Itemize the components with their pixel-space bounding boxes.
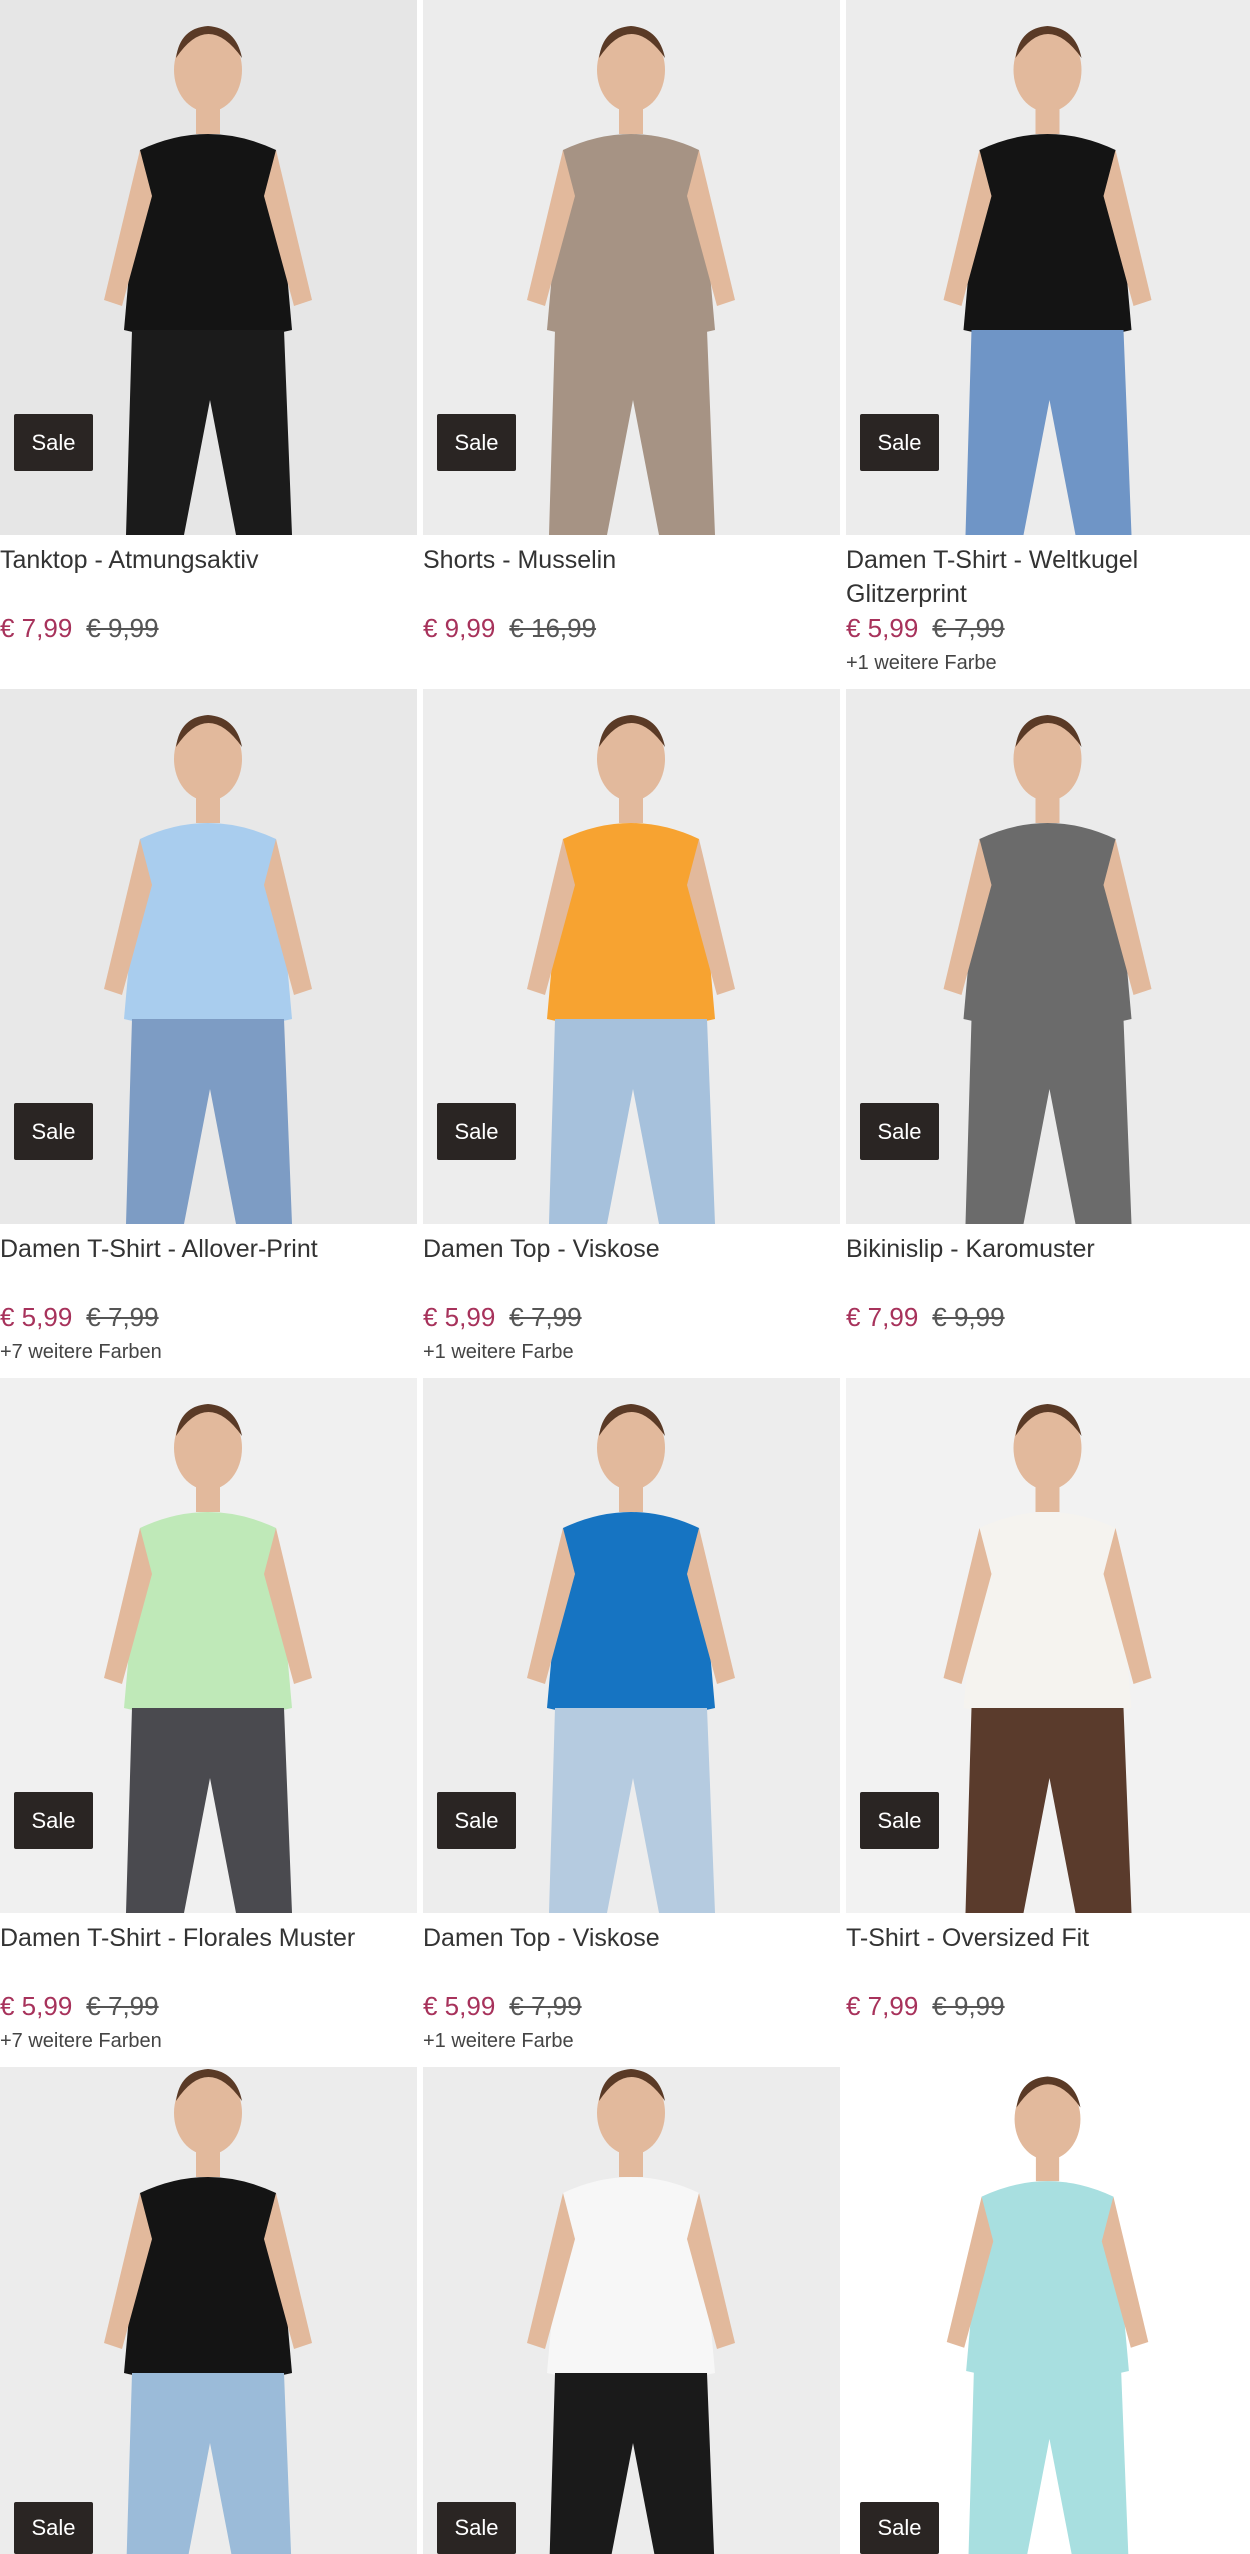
product-info: Bikinislip - Karomuster € 7,99 € 9,99 (846, 1224, 1250, 1332)
more-colors-link[interactable]: +1 weitere Farbe (423, 1340, 840, 1364)
sale-badge: Sale (860, 1792, 939, 1849)
more-colors-link[interactable]: +7 weitere Farben (0, 2029, 417, 2053)
more-colors-link[interactable]: +1 weitere Farbe (846, 651, 1250, 675)
product-image[interactable]: Sale (423, 1378, 840, 1913)
product-title[interactable]: Damen T-Shirt - Florales Muster (0, 1921, 417, 1989)
sale-price: € 5,99 (846, 613, 919, 643)
sale-price: € 7,99 (846, 1991, 919, 2021)
product-card[interactable]: Sale Shorts - Musselin € 9,99 € 16,99 (423, 0, 840, 689)
original-price: € 7,99 (86, 1302, 159, 1332)
sale-badge: Sale (437, 1103, 516, 1160)
model-photo (0, 2067, 417, 2554)
product-image[interactable]: Sale (423, 689, 840, 1224)
sale-badge: Sale (437, 1792, 516, 1849)
product-title[interactable]: Damen T-Shirt - Allover-Print (0, 1232, 417, 1300)
product-card[interactable]: Sale (0, 2067, 417, 2554)
product-card[interactable]: Sale Bikinislip - Karomuster € 7,99 € 9,99 (846, 689, 1250, 1378)
sale-badge: Sale (14, 1103, 93, 1160)
product-info: Damen T-Shirt - Weltkugel Glitzerprint € … (846, 535, 1250, 675)
sale-price: € 9,99 (423, 613, 496, 643)
product-info: Shorts - Musselin € 9,99 € 16,99 (423, 535, 840, 643)
sale-badge: Sale (437, 2502, 516, 2554)
product-image[interactable]: Sale (0, 689, 417, 1224)
price-row: € 5,99 € 7,99 (846, 613, 1250, 643)
product-title[interactable]: Damen Top - Viskose (423, 1921, 840, 1989)
product-title[interactable]: Shorts - Musselin (423, 543, 840, 611)
product-grid: Sale Tanktop - Atmungsaktiv € 7,99 € 9,99 S… (0, 0, 1250, 2554)
price-row: € 5,99 € 7,99 (0, 1302, 417, 1332)
model-photo (846, 2067, 1250, 2554)
price-row: € 9,99 € 16,99 (423, 613, 840, 643)
product-info: Damen T-Shirt - Florales Muster € 5,99 € 7… (0, 1913, 417, 2053)
sale-badge: Sale (14, 1792, 93, 1849)
original-price: € 7,99 (86, 1991, 159, 2021)
sale-price: € 5,99 (0, 1991, 73, 2021)
price-row: € 5,99 € 7,99 (0, 1991, 417, 2021)
original-price: € 9,99 (932, 1302, 1005, 1332)
sale-price: € 5,99 (423, 1302, 496, 1332)
product-image[interactable]: Sale (423, 2067, 840, 2554)
original-price: € 7,99 (932, 613, 1005, 643)
price-row: € 7,99 € 9,99 (846, 1991, 1250, 2021)
product-info: Damen Top - Viskose € 5,99 € 7,99 +1 weiter… (423, 1913, 840, 2053)
price-row: € 5,99 € 7,99 (423, 1991, 840, 2021)
product-image[interactable]: Sale (846, 0, 1250, 535)
more-colors-link[interactable]: +1 weitere Farbe (423, 2029, 840, 2053)
product-image[interactable]: Sale (0, 1378, 417, 1913)
sale-price: € 5,99 (0, 1302, 73, 1332)
product-card[interactable]: Sale (423, 2067, 840, 2554)
sale-price: € 7,99 (0, 613, 73, 643)
product-title[interactable]: Damen Top - Viskose (423, 1232, 840, 1300)
sale-badge: Sale (14, 2502, 93, 2554)
original-price: € 9,99 (86, 613, 159, 643)
product-card[interactable]: Sale (846, 2067, 1250, 2554)
product-title[interactable]: T-Shirt - Oversized Fit (846, 1921, 1250, 1989)
more-colors-link[interactable]: +7 weitere Farben (0, 1340, 417, 1364)
product-image[interactable]: Sale (423, 0, 840, 535)
original-price: € 7,99 (509, 1991, 582, 2021)
sale-badge: Sale (860, 2502, 939, 2554)
original-price: € 9,99 (932, 1991, 1005, 2021)
sale-price: € 5,99 (423, 1991, 496, 2021)
sale-badge: Sale (14, 414, 93, 471)
price-row: € 7,99 € 9,99 (0, 613, 417, 643)
sale-badge: Sale (860, 414, 939, 471)
product-image[interactable]: Sale (846, 2067, 1250, 2554)
product-info: T-Shirt - Oversized Fit € 7,99 € 9,99 (846, 1913, 1250, 2021)
product-card[interactable]: Sale Damen Top - Viskose € 5,99 € 7,99 +1 we… (423, 1378, 840, 2067)
price-row: € 5,99 € 7,99 (423, 1302, 840, 1332)
original-price: € 16,99 (509, 613, 597, 643)
sale-price: € 7,99 (846, 1302, 919, 1332)
sale-badge: Sale (437, 414, 516, 471)
product-card[interactable]: Sale Damen T-Shirt - Allover-Print € 5,99 €… (0, 689, 417, 1378)
product-title[interactable]: Bikinislip - Karomuster (846, 1232, 1250, 1300)
product-card[interactable]: Sale T-Shirt - Oversized Fit € 7,99 € 9,99 (846, 1378, 1250, 2067)
product-title[interactable]: Tanktop - Atmungsaktiv (0, 543, 417, 611)
product-info: Damen Top - Viskose € 5,99 € 7,99 +1 weiter… (423, 1224, 840, 1364)
product-card[interactable]: Sale Damen T-Shirt - Florales Muster € 5,9… (0, 1378, 417, 2067)
model-photo (423, 2067, 840, 2554)
product-card[interactable]: Sale Damen T-Shirt - Weltkugel Glitzerpri… (846, 0, 1250, 689)
product-image[interactable]: Sale (846, 689, 1250, 1224)
product-info: Tanktop - Atmungsaktiv € 7,99 € 9,99 (0, 535, 417, 643)
sale-badge: Sale (860, 1103, 939, 1160)
product-card[interactable]: Sale Tanktop - Atmungsaktiv € 7,99 € 9,99 (0, 0, 417, 689)
product-card[interactable]: Sale Damen Top - Viskose € 5,99 € 7,99 +1 we… (423, 689, 840, 1378)
product-title[interactable]: Damen T-Shirt - Weltkugel Glitzerprint (846, 543, 1250, 611)
product-image[interactable]: Sale (0, 2067, 417, 2554)
product-image[interactable]: Sale (0, 0, 417, 535)
price-row: € 7,99 € 9,99 (846, 1302, 1250, 1332)
product-image[interactable]: Sale (846, 1378, 1250, 1913)
product-info: Damen T-Shirt - Allover-Print € 5,99 € 7,9… (0, 1224, 417, 1364)
original-price: € 7,99 (509, 1302, 582, 1332)
